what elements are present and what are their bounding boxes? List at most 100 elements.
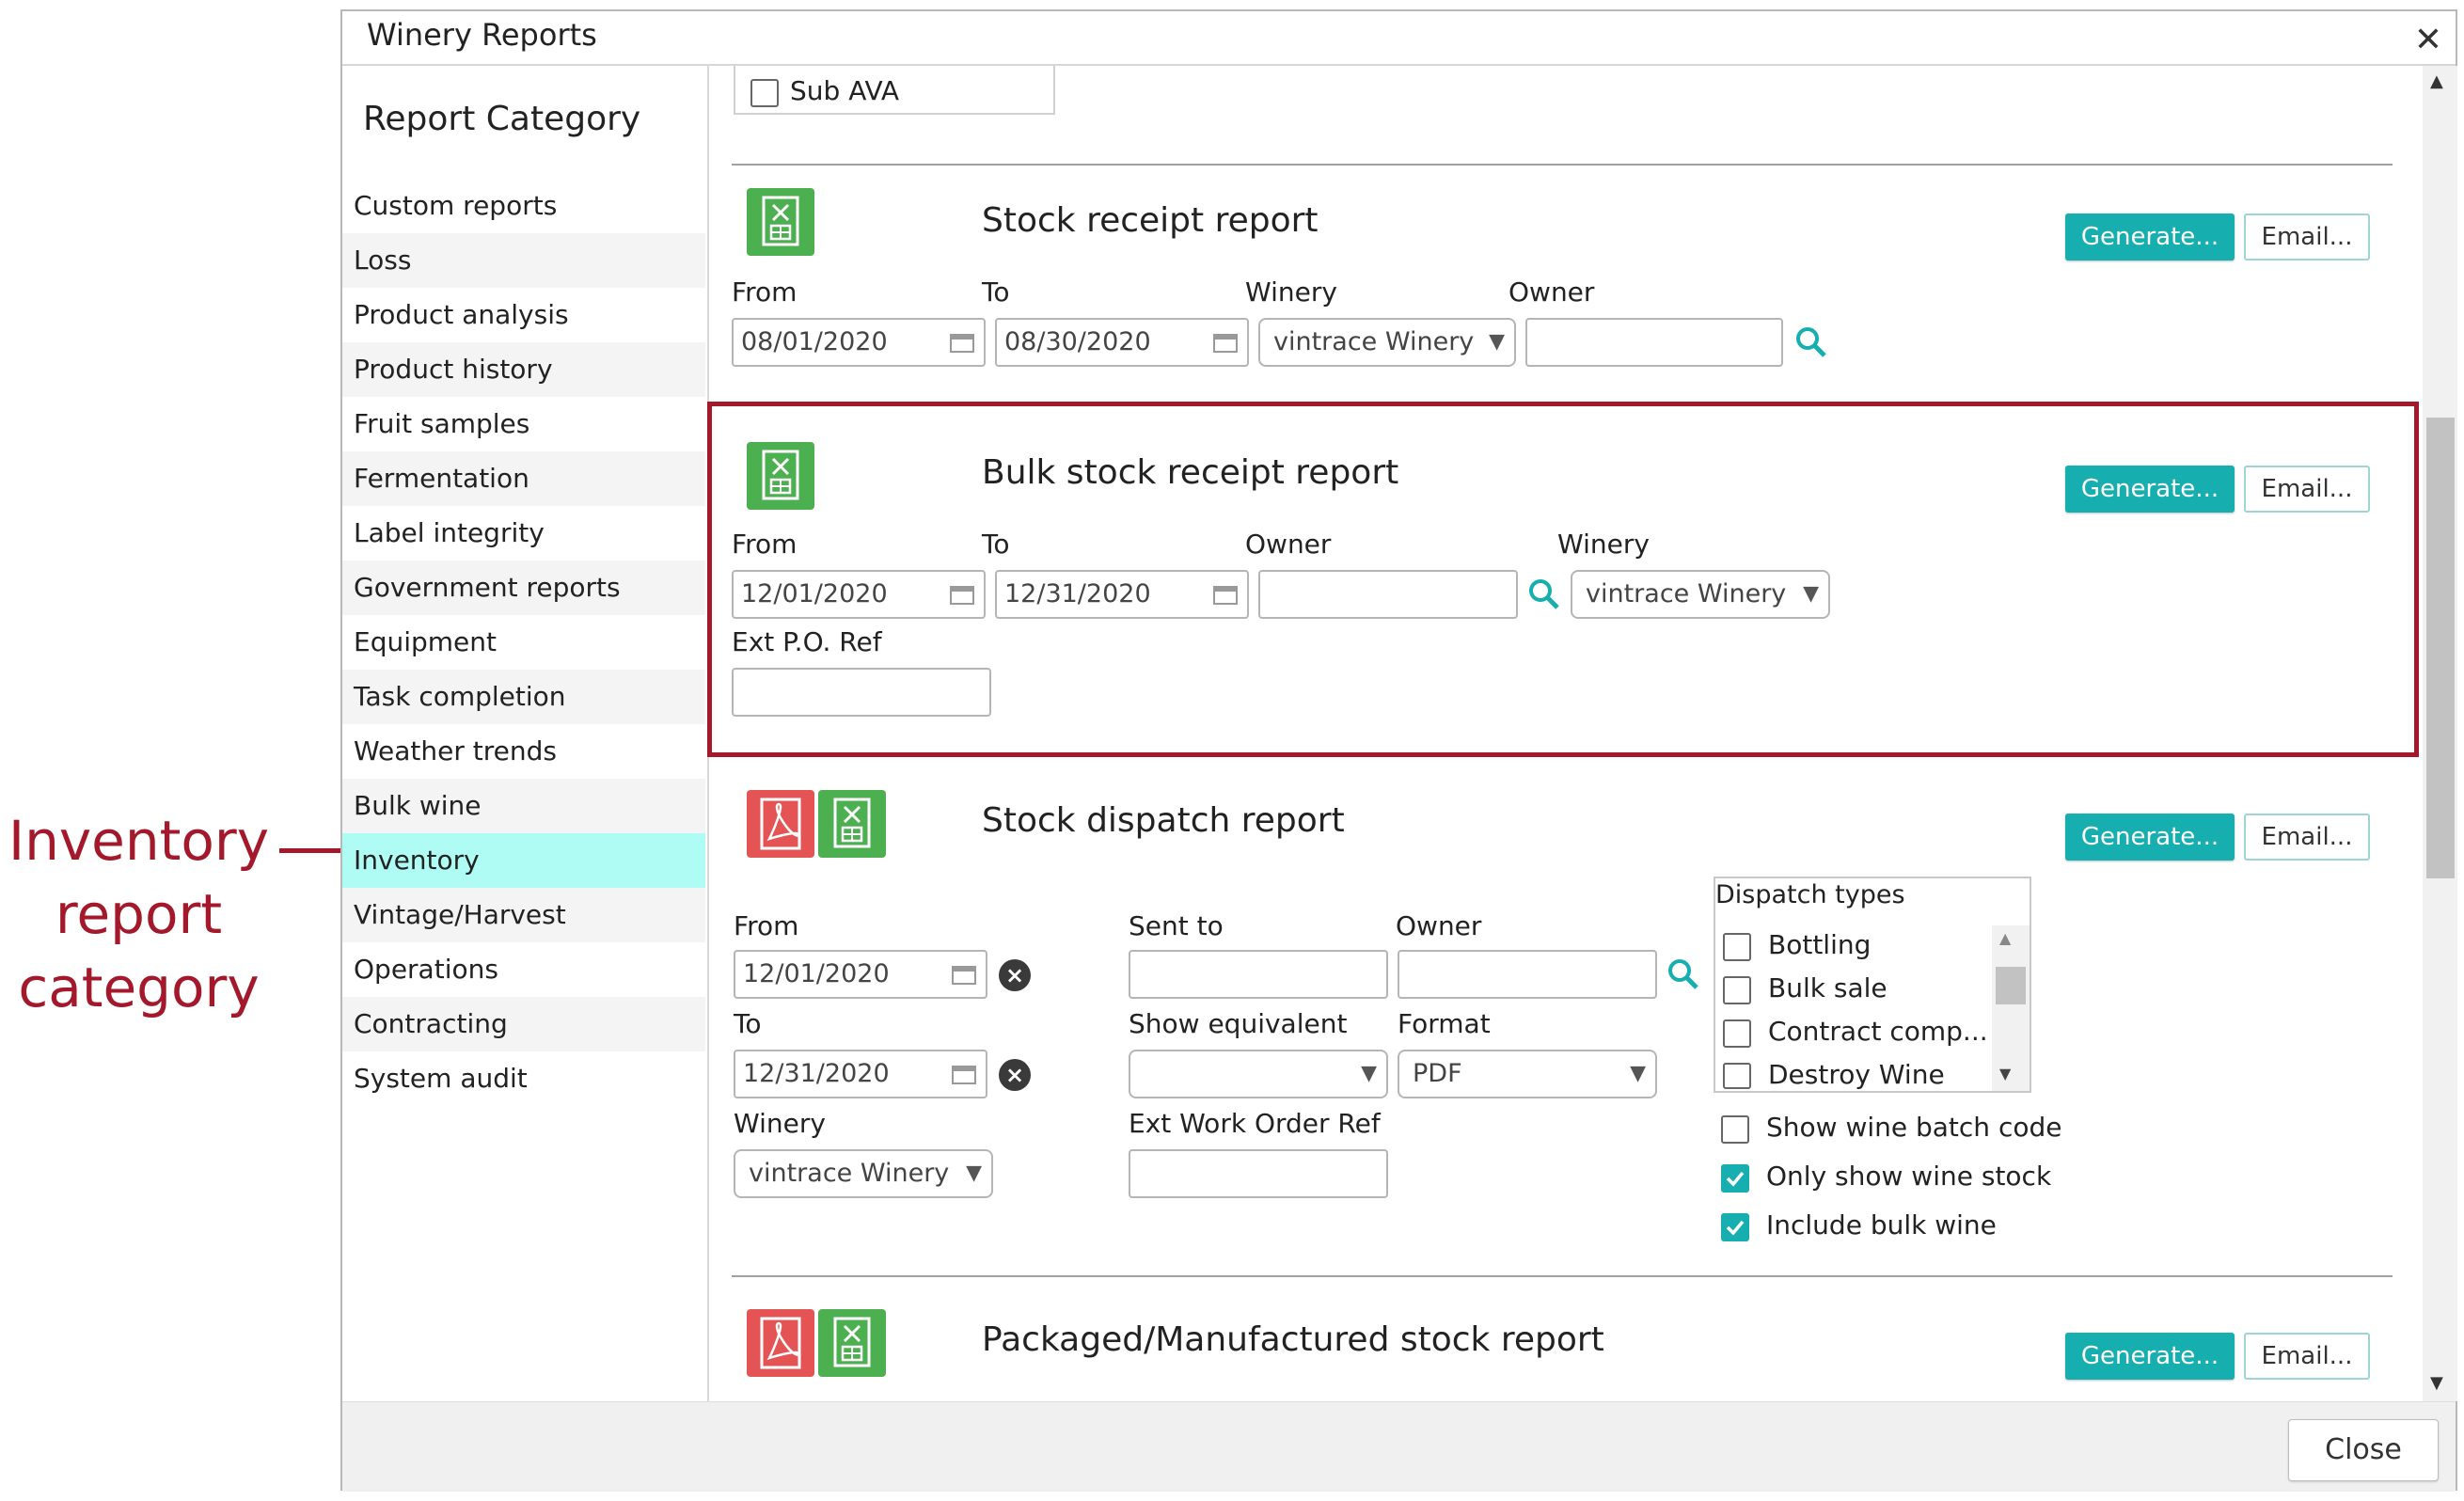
- sidebar-item-fermentation[interactable]: Fermentation: [342, 451, 705, 506]
- sidebar-item-operations[interactable]: Operations: [342, 942, 705, 997]
- stock-dispatch-show-equivalent-select[interactable]: ▼: [1129, 1050, 1388, 1098]
- stock-receipt-from-value: 08/01/2020: [741, 327, 888, 356]
- show-wine-batch-code-checkbox[interactable]: [1721, 1115, 1749, 1144]
- sidebar-item-product-history[interactable]: Product history: [342, 342, 705, 397]
- dispatch-types-listbox[interactable]: Dispatch types ▲ ▼ Bottling Bulk sale Co…: [1714, 877, 2031, 1093]
- stock-dispatch-sent-to-input[interactable]: [1129, 950, 1388, 999]
- sidebar-item-vintage-harvest[interactable]: Vintage/Harvest: [342, 888, 705, 942]
- excel-icon[interactable]: [747, 188, 814, 256]
- stock-receipt-generate-button[interactable]: Generate...: [2065, 213, 2235, 261]
- pdf-icon[interactable]: [747, 790, 814, 858]
- sidebar-item-inventory[interactable]: Inventory: [342, 833, 705, 888]
- calendar-icon[interactable]: [950, 332, 974, 353]
- search-icon[interactable]: [1794, 325, 1828, 359]
- search-icon[interactable]: [1666, 957, 1700, 991]
- calendar-icon[interactable]: [1213, 332, 1238, 353]
- clear-icon[interactable]: ×: [999, 1059, 1031, 1091]
- stock-receipt-owner-input[interactable]: [1525, 318, 1783, 367]
- content-scrollbar[interactable]: ▲ ▼: [2423, 66, 2457, 1401]
- sidebar-item-equipment[interactable]: Equipment: [342, 615, 705, 670]
- stock-dispatch-from-label: From: [734, 910, 799, 941]
- stock-dispatch-format-select[interactable]: PDF ▼: [1398, 1050, 1657, 1098]
- dialog-footer: Close: [342, 1401, 2456, 1492]
- sub-ava-checkbox[interactable]: [750, 79, 779, 107]
- scroll-up-icon[interactable]: ▲: [2430, 71, 2443, 91]
- sub-ava-label: Sub AVA: [790, 75, 900, 106]
- dialog-titlebar: Winery Reports ✕: [342, 11, 2456, 66]
- stock-receipt-to-label: To: [982, 276, 1010, 308]
- dispatch-type-bottling-label: Bottling: [1768, 929, 1872, 960]
- dispatch-types-scrollbar[interactable]: ▲ ▼: [1992, 925, 2030, 1091]
- scroll-down-icon[interactable]: ▼: [1999, 1065, 2011, 1082]
- excel-icon[interactable]: [818, 790, 886, 858]
- packaged-report-title: Packaged/Manufactured stock report: [982, 1320, 1604, 1359]
- stock-dispatch-email-button[interactable]: Email...: [2244, 814, 2370, 861]
- stock-receipt-title: Stock receipt report: [982, 201, 1319, 240]
- stock-dispatch-format-value: PDF: [1413, 1059, 1462, 1088]
- stock-dispatch-ext-work-order-input[interactable]: [1129, 1149, 1388, 1198]
- content-scroll-thumb[interactable]: [2426, 418, 2455, 878]
- stock-dispatch-to-label: To: [734, 1008, 762, 1039]
- close-icon[interactable]: ✕: [2414, 21, 2442, 59]
- stock-dispatch-from-input[interactable]: 12/01/2020: [734, 950, 987, 999]
- sidebar-item-system-audit[interactable]: System audit: [342, 1051, 705, 1106]
- stock-dispatch-to-input[interactable]: 12/31/2020: [734, 1050, 987, 1098]
- stock-receipt-to-input[interactable]: 08/30/2020: [995, 318, 1249, 367]
- calendar-icon[interactable]: [952, 1064, 976, 1084]
- stock-receipt-to-value: 08/30/2020: [1004, 327, 1151, 356]
- stock-receipt-from-label: From: [732, 276, 798, 308]
- excel-icon[interactable]: [818, 1309, 886, 1377]
- stock-receipt-email-button[interactable]: Email...: [2244, 213, 2370, 261]
- dropdown-caret-icon: ▼: [966, 1161, 982, 1185]
- pdf-icon[interactable]: [747, 1309, 814, 1377]
- sidebar-item-government-reports[interactable]: Government reports: [342, 561, 705, 615]
- annotation-label: Inventory report category: [0, 804, 277, 1024]
- include-bulk-wine-checkbox[interactable]: [1721, 1213, 1749, 1241]
- stock-dispatch-owner-label: Owner: [1396, 910, 1482, 941]
- close-button[interactable]: Close: [2288, 1419, 2439, 1481]
- sidebar-item-custom-reports[interactable]: Custom reports: [342, 179, 705, 233]
- annotation-line-3: category: [18, 956, 260, 1019]
- sidebar-item-contracting[interactable]: Contracting: [342, 997, 705, 1051]
- dispatch-type-destroy-checkbox[interactable]: [1723, 1063, 1751, 1089]
- sidebar-item-loss[interactable]: Loss: [342, 233, 705, 288]
- scroll-up-icon[interactable]: ▲: [1999, 929, 2011, 947]
- packaged-email-button[interactable]: Email...: [2244, 1333, 2370, 1380]
- sidebar-item-weather-trends[interactable]: Weather trends: [342, 724, 705, 779]
- only-show-wine-stock-checkbox[interactable]: [1721, 1164, 1749, 1193]
- dispatch-type-destroy-label: Destroy Wine: [1768, 1059, 1945, 1090]
- stock-dispatch-owner-input[interactable]: [1398, 950, 1657, 999]
- stock-dispatch-title: Stock dispatch report: [982, 801, 1345, 840]
- bulk-stock-receipt-highlight: [707, 402, 2419, 757]
- dispatch-type-contract-label: Contract comp...: [1768, 1016, 1988, 1047]
- sidebar-item-fruit-samples[interactable]: Fruit samples: [342, 397, 705, 451]
- scroll-down-icon[interactable]: ▼: [2430, 1373, 2443, 1393]
- annotation-pointer: [279, 848, 345, 853]
- dispatch-type-bulk-sale-checkbox[interactable]: [1723, 976, 1751, 1004]
- stock-receipt-from-input[interactable]: 08/01/2020: [732, 318, 986, 367]
- dropdown-caret-icon: ▼: [1489, 330, 1505, 354]
- report-category-list: Custom reports Loss Product analysis Pro…: [342, 179, 705, 1106]
- stock-dispatch-from-value: 12/01/2020: [743, 959, 890, 988]
- only-show-wine-stock-label: Only show wine stock: [1766, 1161, 2052, 1192]
- packaged-generate-button[interactable]: Generate...: [2065, 1333, 2235, 1380]
- stock-receipt-owner-label: Owner: [1508, 276, 1595, 308]
- clear-icon[interactable]: ×: [999, 959, 1031, 991]
- dispatch-types-scroll-thumb[interactable]: [1996, 967, 2026, 1004]
- calendar-icon[interactable]: [952, 964, 976, 985]
- sidebar-item-bulk-wine[interactable]: Bulk wine: [342, 779, 705, 833]
- sidebar-item-task-completion[interactable]: Task completion: [342, 670, 705, 724]
- sidebar-item-product-analysis[interactable]: Product analysis: [342, 288, 705, 342]
- show-wine-batch-code-label: Show wine batch code: [1766, 1112, 2062, 1143]
- stock-dispatch-format-label: Format: [1398, 1008, 1491, 1039]
- dispatch-type-contract-checkbox[interactable]: [1723, 1019, 1751, 1048]
- annotation-line-2: report: [55, 882, 223, 946]
- stock-dispatch-generate-button[interactable]: Generate...: [2065, 814, 2235, 861]
- stock-dispatch-winery-value: vintrace Winery: [749, 1159, 950, 1188]
- sidebar-item-label-integrity[interactable]: Label integrity: [342, 506, 705, 561]
- dispatch-type-bottling-checkbox[interactable]: [1723, 933, 1751, 961]
- stock-receipt-winery-select[interactable]: vintrace Winery ▼: [1258, 318, 1516, 367]
- dropdown-caret-icon: ▼: [1361, 1062, 1377, 1085]
- stock-dispatch-sent-to-label: Sent to: [1129, 910, 1224, 941]
- stock-dispatch-winery-select[interactable]: vintrace Winery ▼: [734, 1149, 993, 1198]
